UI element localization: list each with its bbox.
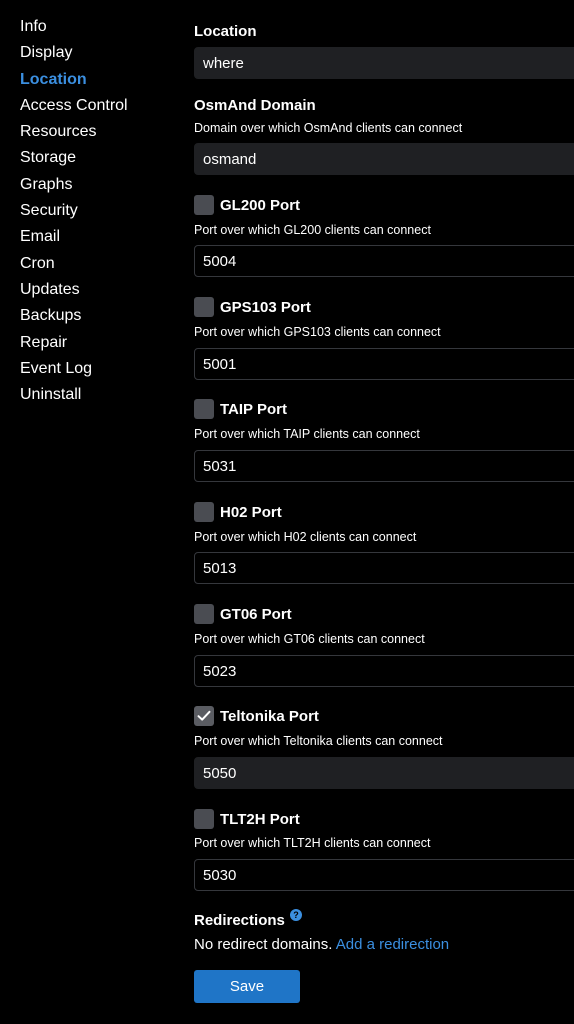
gps103-port-label: GPS103 Port [220,299,311,316]
sidebar-item-cron[interactable]: Cron [20,251,180,277]
h02-port-label: H02 Port [220,504,282,521]
sidebar-item-event-log[interactable]: Event Log [20,356,180,382]
redirections-empty-text: No redirect domains. [194,936,333,953]
taip-port-input[interactable] [194,450,574,482]
sidebar-nav: Info Display Location Access Control Res… [20,14,180,408]
location-input[interactable] [194,47,574,79]
gl200-port-checkbox[interactable] [194,195,214,215]
tlt2h-port-label: TLT2H Port [220,811,300,828]
teltonika-port-checkbox[interactable] [194,706,214,726]
sidebar-item-backups[interactable]: Backups [20,303,180,329]
sidebar-item-email[interactable]: Email [20,224,180,250]
taip-port-checkbox[interactable] [194,399,214,419]
h02-port-input[interactable] [194,552,574,584]
taip-port-description: Port over which TAIP clients can connect [194,427,420,441]
redirections-status: No redirect domains. Add a redirection [194,936,449,953]
teltonika-port-label: Teltonika Port [220,708,319,725]
tlt2h-port-description: Port over which TLT2H clients can connec… [194,836,431,850]
teltonika-port-input[interactable] [194,757,574,789]
location-label: Location [194,23,257,40]
osmand-domain-description: Domain over which OsmAnd clients can con… [194,121,463,135]
sidebar-item-display[interactable]: Display [20,40,180,66]
osmand-domain-input[interactable] [194,143,574,175]
sidebar-item-security[interactable]: Security [20,198,180,224]
gl200-port-label: GL200 Port [220,197,301,214]
sidebar-item-location[interactable]: Location [20,67,180,93]
tlt2h-port-input[interactable] [194,859,574,891]
h02-port-checkbox[interactable] [194,502,214,522]
taip-port-label: TAIP Port [220,401,287,418]
sidebar-item-uninstall[interactable]: Uninstall [20,382,180,408]
sidebar-item-repair[interactable]: Repair [20,330,180,356]
gt06-port-checkbox[interactable] [194,604,214,624]
gl200-port-description: Port over which GL200 clients can connec… [194,223,431,237]
osmand-domain-label: OsmAnd Domain [194,97,316,114]
gps103-port-input[interactable] [194,348,574,380]
gt06-port-label: GT06 Port [220,606,292,623]
save-button[interactable]: Save [194,970,300,1003]
checkmark-icon [197,710,211,721]
teltonika-port-description: Port over which Teltonika clients can co… [194,734,443,748]
sidebar-item-graphs[interactable]: Graphs [20,172,180,198]
sidebar-item-info[interactable]: Info [20,14,180,40]
question-circle-icon[interactable]: ? [290,909,302,921]
sidebar-item-resources[interactable]: Resources [20,119,180,145]
gt06-port-input[interactable] [194,655,574,687]
gt06-port-description: Port over which GT06 clients can connect [194,632,425,646]
gl200-port-input[interactable] [194,245,574,277]
sidebar-item-access-control[interactable]: Access Control [20,93,180,119]
gps103-port-description: Port over which GPS103 clients can conne… [194,325,441,339]
sidebar-item-updates[interactable]: Updates [20,277,180,303]
tlt2h-port-checkbox[interactable] [194,809,214,829]
sidebar-item-storage[interactable]: Storage [20,145,180,171]
gps103-port-checkbox[interactable] [194,297,214,317]
redirections-label: Redirections [194,912,285,929]
h02-port-description: Port over which H02 clients can connect [194,530,417,544]
add-redirection-link[interactable]: Add a redirection [336,936,449,953]
